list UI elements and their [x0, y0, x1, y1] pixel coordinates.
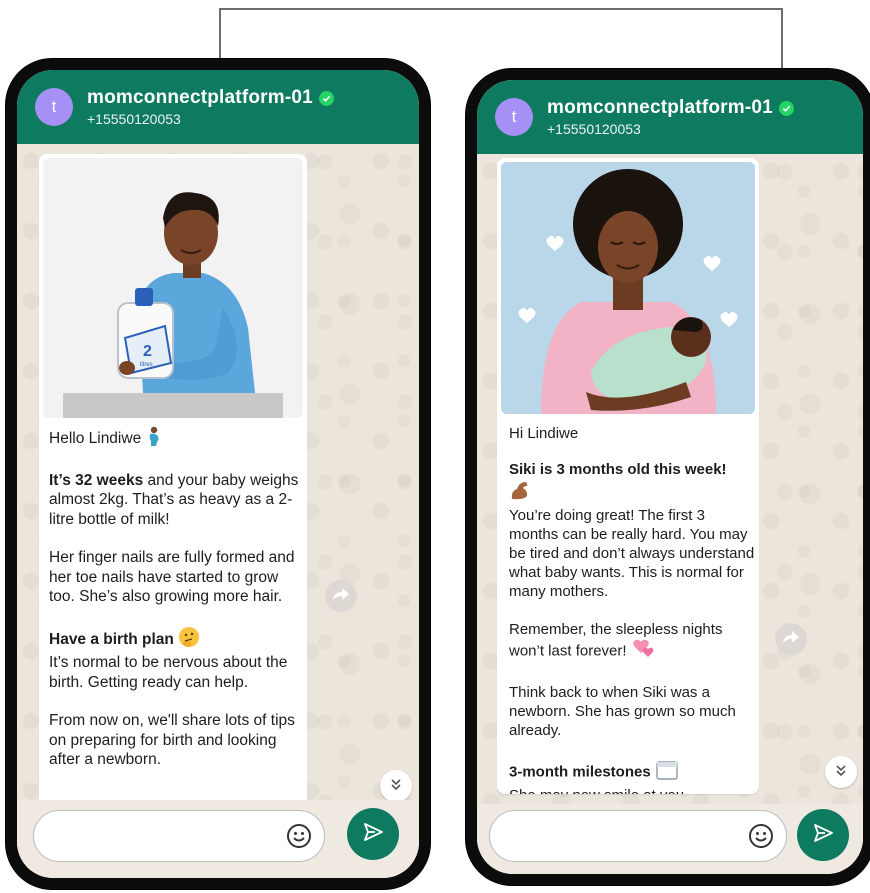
verified-check-icon [318, 90, 334, 106]
smiley-icon[interactable] [748, 823, 774, 849]
send-button[interactable] [797, 809, 849, 861]
week-heading: It’s 32 weeks [49, 471, 144, 489]
contact-name: momconnectplatform-01 [547, 97, 773, 118]
forward-button[interactable] [775, 623, 807, 655]
contact-name-row: momconnectplatform-01 [87, 87, 334, 109]
connector-line [219, 8, 783, 10]
thinking-face-icon [178, 626, 200, 654]
contact-name: momconnectplatform-01 [87, 87, 313, 108]
pregnant-woman-milk-illustration: 2 litres [43, 158, 303, 418]
message-image[interactable]: 2 litres [43, 158, 303, 418]
message-image[interactable] [501, 162, 755, 414]
message-input[interactable] [506, 821, 688, 851]
double-chevron-down-icon [834, 763, 848, 782]
two-hearts-icon [631, 639, 655, 664]
smiley-icon[interactable] [286, 823, 312, 849]
send-button[interactable] [347, 808, 399, 860]
message-composer [17, 800, 419, 878]
mother-and-baby-illustration [501, 162, 755, 414]
birth-plan-text: It’s normal to be nervous about the birt… [49, 654, 288, 691]
scroll-down-button[interactable] [380, 770, 412, 802]
scroll-down-button[interactable] [825, 756, 857, 788]
phone-mockup-right: t momconnectplatform-01 +15550120053 Hi … [466, 69, 870, 885]
verified-check-icon [778, 100, 794, 116]
milestones-text: She may now smile at you [509, 786, 755, 794]
greeting-text: Hi Lindiwe [509, 425, 579, 442]
forward-icon [332, 587, 350, 606]
greeting-text: Hello Lindiwe [49, 429, 142, 447]
forward-button[interactable] [325, 580, 357, 612]
message-text: Hi Lindiwe Siki is 3 months old this wee… [509, 424, 755, 794]
age-heading: Siki is 3 months old this week! [509, 461, 727, 478]
message-input[interactable] [50, 821, 228, 851]
contact-info[interactable]: momconnectplatform-01 +15550120053 [547, 97, 794, 137]
milestones-heading: 3-month milestones [509, 763, 651, 781]
tips-text: From now on, we'll share lots of tips on… [49, 712, 295, 768]
pregnant-woman-icon [146, 426, 162, 452]
bottle-sublabel: litres [140, 362, 153, 368]
contact-avatar[interactable]: t [35, 88, 73, 126]
contact-phone: +15550120053 [87, 111, 181, 127]
chat-screen: t momconnectplatform-01 +15550120053 [477, 80, 863, 874]
calendar-icon [655, 759, 679, 786]
development-text: Her finger nails are fully formed and he… [49, 549, 295, 605]
contact-phone: +15550120053 [547, 121, 641, 137]
chat-header[interactable]: t momconnectplatform-01 +15550120053 [477, 80, 863, 154]
flexed-biceps-icon [509, 479, 531, 506]
send-icon [812, 822, 834, 849]
message-bubble[interactable]: Hi Lindiwe Siki is 3 months old this wee… [497, 158, 759, 794]
contact-info[interactable]: momconnectplatform-01 +15550120053 [87, 87, 334, 127]
chat-screen: t momconnectplatform-01 +15550120053 [17, 70, 419, 878]
chat-header[interactable]: t momconnectplatform-01 +15550120053 [17, 70, 419, 144]
send-icon [362, 821, 384, 848]
message-bubble[interactable]: 2 litres Hello Lindiwe It’s 32 weeks and… [39, 154, 307, 834]
forward-icon [782, 630, 800, 649]
intro-text: You’re doing great! The first 3 months c… [509, 507, 755, 600]
message-composer [477, 804, 863, 874]
memory-text: Think back to when Siki was a newborn. S… [509, 684, 736, 739]
message-text: Hello Lindiwe It’s 32 weeks and your bab… [49, 426, 301, 789]
reminder-text: Remember, the sleepless nights won’t las… [509, 621, 723, 660]
contact-name-row: momconnectplatform-01 [547, 97, 794, 119]
message-input-wrapper[interactable] [489, 810, 787, 862]
phone-mockup-left: t momconnectplatform-01 +15550120053 2 l… [6, 59, 430, 889]
message-input-wrapper[interactable] [33, 810, 325, 862]
double-chevron-down-icon [389, 777, 403, 796]
contact-avatar[interactable]: t [495, 98, 533, 136]
birth-plan-heading: Have a birth plan [49, 630, 174, 648]
bottle-label: 2 [143, 343, 152, 360]
